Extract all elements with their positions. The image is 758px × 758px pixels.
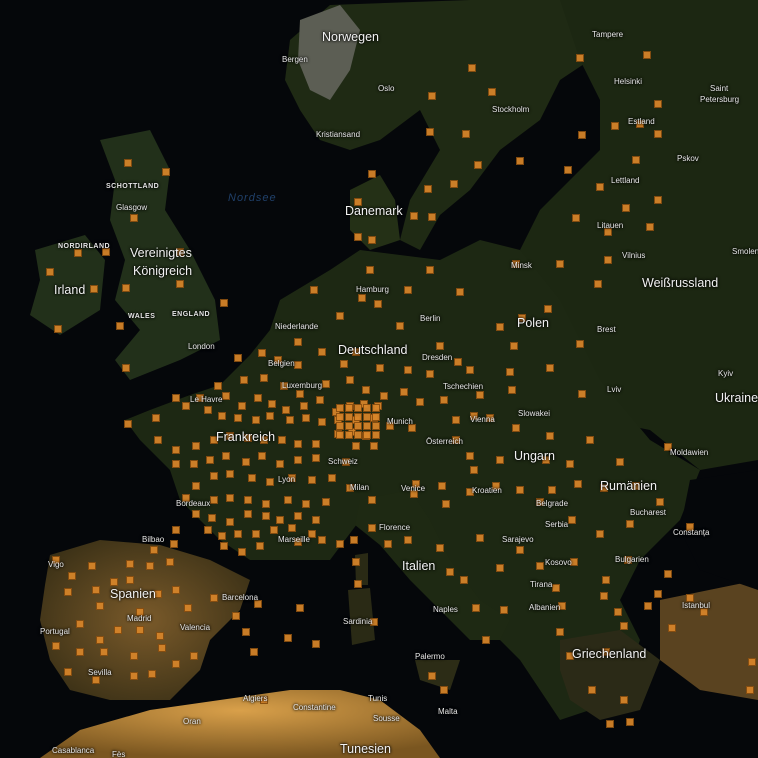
country-label-polen: Polen xyxy=(517,316,549,330)
city-label-vigo: Vigo xyxy=(48,560,64,569)
region-label-schottland: SCHOTTLAND xyxy=(106,183,160,190)
city-label-constantine: Constantine xyxy=(293,703,336,712)
city-label-kosovo: Kosovo xyxy=(545,558,572,567)
city-label-litauen: Litauen xyxy=(597,221,624,230)
city-label-petersburg: Petersburg xyxy=(700,95,740,104)
country-label-spanien: Spanien xyxy=(110,587,156,601)
city-label-constanta: Constanța xyxy=(673,528,710,537)
city-label-bucharest: Bucharest xyxy=(630,508,667,517)
city-label-tampere: Tampere xyxy=(592,30,624,39)
city-label-hamburg: Hamburg xyxy=(356,285,389,294)
city-label-bilbao: Bilbao xyxy=(142,535,165,544)
city-label-saint: Saint xyxy=(710,84,729,93)
city-label-florence: Florence xyxy=(379,523,411,532)
city-label-naples: Naples xyxy=(433,605,458,614)
city-label-helsinki: Helsinki xyxy=(614,77,643,86)
country-label-vereinigtes: Vereinigtes xyxy=(130,246,192,260)
city-label-kristiansand: Kristiansand xyxy=(316,130,361,139)
city-label-estland: Estland xyxy=(628,117,655,126)
city-label-valencia: Valencia xyxy=(180,623,211,632)
city-label-venice: Venice xyxy=(401,484,426,493)
country-label-frankreich: Frankreich xyxy=(216,430,276,444)
city-label-kyiv: Kyiv xyxy=(718,369,734,378)
region-label-wales: WALES xyxy=(128,313,156,320)
city-label-glasgow: Glasgow xyxy=(116,203,148,212)
city-label-tirana: Tirana xyxy=(530,580,553,589)
city-label-belgien: Belgien xyxy=(268,359,295,368)
city-label-madrid: Madrid xyxy=(127,614,152,623)
city-label-le-havre: Le Havre xyxy=(190,395,223,404)
city-label-fes: Fès xyxy=(112,750,126,758)
city-label-stockholm: Stockholm xyxy=(492,105,530,114)
city-label-berlin: Berlin xyxy=(420,314,441,323)
city-label-casablanca: Casablanca xyxy=(52,746,95,755)
city-label-brest: Brest xyxy=(597,325,616,334)
city-label-marseille: Marseille xyxy=(278,535,311,544)
city-label-bulgarien: Bulgarien xyxy=(615,555,649,564)
city-label-sousse: Sousse xyxy=(373,714,400,723)
city-label-sevilla: Sevilla xyxy=(88,668,112,677)
city-label-pskov: Pskov xyxy=(677,154,699,163)
city-label-oran: Oran xyxy=(183,717,201,726)
country-label-daenemark: Danemark xyxy=(345,204,403,218)
city-label-albanien: Albanien xyxy=(529,603,561,612)
city-label-munich: Munich xyxy=(387,417,413,426)
city-label-vilnius: Vilnius xyxy=(622,251,646,260)
country-label-weissrussland: Weißrussland xyxy=(642,276,719,290)
city-label-schweiz: Schweiz xyxy=(328,457,358,466)
sea-label-nordsee: Nordsee xyxy=(228,192,277,204)
country-label-norwegen: Norwegen xyxy=(322,30,379,44)
city-label-tschechien: Tschechien xyxy=(443,382,484,391)
city-label-luxemburg: Luxemburg xyxy=(282,381,323,390)
country-label-ungarn: Ungarn xyxy=(514,449,555,463)
country-label-rumaenien: Rumänien xyxy=(600,479,657,493)
city-label-istanbul: Istanbul xyxy=(682,601,711,610)
city-label-lviv: Lviv xyxy=(607,385,622,394)
europe-map[interactable]: Nordsee Norwegen Danemark Vereinigtes Kö… xyxy=(0,0,758,758)
country-label-koenigreich: Königreich xyxy=(133,264,193,278)
city-label-oslo: Oslo xyxy=(378,84,395,93)
city-label-moldawien: Moldawien xyxy=(670,448,709,457)
country-label-ukraine: Ukraine xyxy=(715,391,758,405)
country-label-deutschland: Deutschland xyxy=(338,343,408,357)
city-label-smolen: Smolen xyxy=(732,247,758,256)
city-label-algiers: Algiers xyxy=(243,694,268,703)
city-label-vienna: Vienna xyxy=(470,415,495,424)
city-label-milan: Milan xyxy=(350,483,370,492)
city-label-oesterreich: Österreich xyxy=(426,437,463,446)
label-layer: Nordsee Norwegen Danemark Vereinigtes Kö… xyxy=(0,0,758,758)
country-label-tunesien: Tunesien xyxy=(340,742,391,756)
region-label-nordirland: NORDIRLAND xyxy=(58,243,111,250)
city-label-slowakei: Slowakei xyxy=(518,409,551,418)
country-label-irland: Irland xyxy=(54,283,86,297)
city-label-malta: Malta xyxy=(438,707,458,716)
city-label-niederlande: Niederlande xyxy=(275,322,319,331)
city-label-bergen: Bergen xyxy=(282,55,308,64)
city-label-dresden: Dresden xyxy=(422,353,453,362)
city-label-palermo: Palermo xyxy=(415,652,445,661)
city-label-london: London xyxy=(188,342,215,351)
city-label-kroatien: Kroatien xyxy=(472,486,502,495)
city-label-bordeaux: Bordeaux xyxy=(176,499,211,508)
city-label-belgrade: Belgrade xyxy=(536,499,569,508)
city-label-serbia: Serbia xyxy=(545,520,569,529)
city-label-lyon: Lyon xyxy=(278,475,296,484)
city-label-sardinia: Sardinia xyxy=(343,617,373,626)
region-label-england: ENGLAND xyxy=(172,311,211,318)
city-label-tunis: Tunis xyxy=(368,694,388,703)
city-label-minsk: Minsk xyxy=(511,261,532,270)
country-label-griechenland: Griechenland xyxy=(572,647,647,661)
city-label-lettland: Lettland xyxy=(611,176,640,185)
city-label-sarajevo: Sarajevo xyxy=(502,535,534,544)
city-label-barcelona: Barcelona xyxy=(222,593,259,602)
country-label-italien: Italien xyxy=(402,559,436,573)
city-label-portugal: Portugal xyxy=(40,627,70,636)
